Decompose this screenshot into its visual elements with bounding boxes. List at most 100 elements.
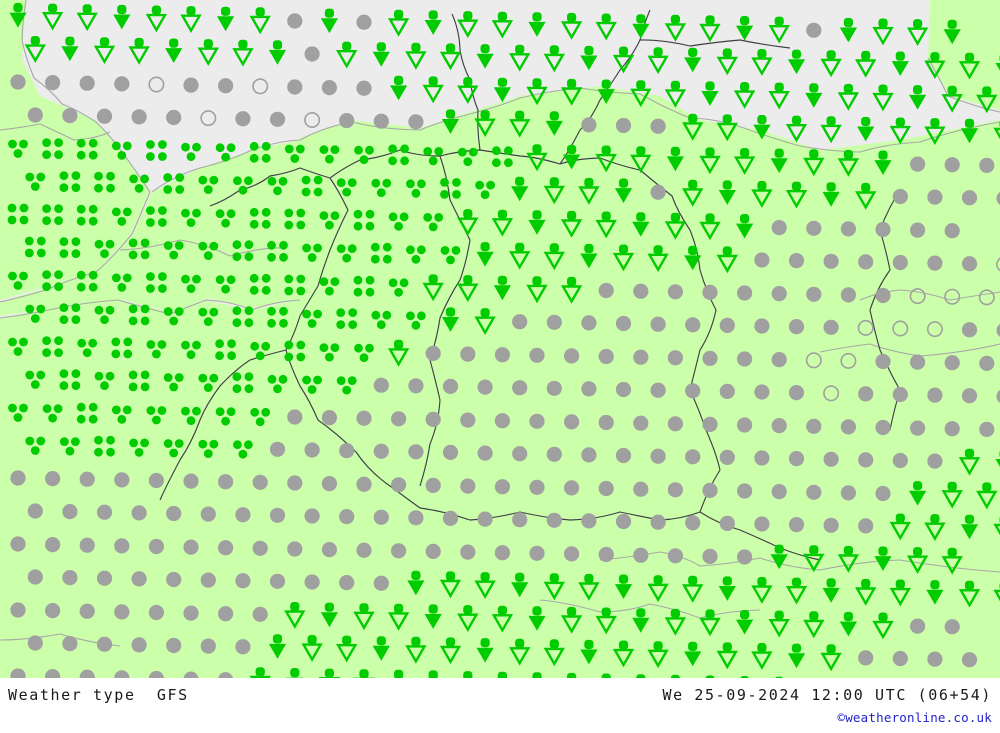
overcast-symbol bbox=[10, 470, 26, 486]
overcast-symbol bbox=[875, 287, 891, 304]
shower-light-symbol bbox=[837, 83, 860, 111]
overcast-symbol bbox=[166, 109, 182, 126]
overcast-symbol bbox=[581, 513, 597, 529]
overcast-symbol bbox=[391, 411, 407, 427]
overcast-symbol bbox=[858, 386, 874, 402]
overcast-symbol bbox=[961, 256, 978, 272]
overcast-symbol bbox=[339, 443, 355, 459]
overcast-symbol bbox=[771, 220, 787, 236]
clear-sky-symbol bbox=[200, 110, 217, 127]
overcast-symbol bbox=[148, 538, 164, 555]
overcast-symbol bbox=[754, 384, 770, 400]
shower-light-symbol bbox=[820, 116, 842, 144]
overcast-symbol bbox=[633, 283, 649, 299]
overcast-symbol bbox=[62, 504, 78, 520]
overcast-symbol bbox=[183, 77, 199, 93]
clear-sky-symbol bbox=[304, 112, 321, 128]
shower-light-symbol bbox=[387, 9, 410, 37]
overcast-symbol bbox=[131, 505, 147, 521]
clear-sky-symbol bbox=[148, 76, 165, 93]
overcast-symbol bbox=[391, 477, 407, 493]
overcast-symbol bbox=[442, 378, 459, 394]
overcast-symbol bbox=[581, 381, 597, 397]
overcast-symbol bbox=[339, 575, 355, 591]
overcast-symbol bbox=[96, 570, 113, 586]
overcast-symbol bbox=[650, 382, 666, 398]
overcast-symbol bbox=[27, 503, 43, 519]
overcast-symbol bbox=[737, 351, 753, 367]
overcast-symbol bbox=[667, 416, 683, 432]
overcast-symbol bbox=[875, 221, 891, 238]
overcast-symbol bbox=[892, 452, 908, 469]
shower-light-symbol bbox=[699, 15, 721, 43]
overcast-symbol bbox=[806, 286, 822, 302]
overcast-symbol bbox=[910, 354, 926, 370]
shower-light-symbol bbox=[768, 16, 790, 44]
overcast-symbol bbox=[823, 451, 839, 467]
overcast-symbol bbox=[200, 506, 216, 522]
overcast-symbol bbox=[10, 536, 26, 552]
overcast-symbol bbox=[737, 549, 753, 565]
shower-symbol bbox=[424, 10, 442, 35]
overcast-symbol bbox=[892, 188, 908, 205]
overcast-symbol bbox=[961, 322, 978, 338]
overcast-symbol bbox=[650, 118, 666, 134]
overcast-symbol bbox=[218, 474, 234, 490]
overcast-symbol bbox=[944, 421, 960, 437]
shower-symbol bbox=[805, 83, 823, 108]
product-label: Weather type GFS bbox=[8, 686, 189, 704]
overcast-symbol bbox=[979, 421, 995, 437]
weather-map-page: Weather type GFS We 25-09-2024 12:00 UTC… bbox=[0, 0, 1000, 733]
overcast-symbol bbox=[927, 651, 943, 667]
overcast-symbol bbox=[910, 222, 926, 238]
overcast-symbol bbox=[927, 453, 943, 469]
overcast-symbol bbox=[979, 355, 995, 371]
shower-light-symbol bbox=[509, 44, 531, 72]
overcast-symbol bbox=[858, 518, 874, 534]
overcast-symbol bbox=[252, 474, 268, 490]
overcast-symbol bbox=[910, 420, 926, 436]
shower-light-symbol bbox=[249, 7, 271, 35]
overcast-symbol bbox=[460, 412, 476, 428]
overcast-symbol bbox=[564, 414, 580, 430]
overcast-symbol bbox=[356, 80, 372, 96]
shower-light-symbol bbox=[612, 46, 635, 74]
overcast-symbol bbox=[754, 318, 770, 334]
shower-symbol bbox=[580, 45, 598, 71]
overcast-symbol bbox=[667, 284, 683, 300]
overcast-symbol bbox=[79, 471, 95, 487]
overcast-symbol bbox=[304, 442, 320, 458]
overcast-symbol bbox=[529, 413, 545, 429]
overcast-symbol bbox=[512, 314, 528, 330]
overcast-symbol bbox=[806, 484, 822, 500]
shower-light-symbol bbox=[491, 11, 514, 39]
overcast-symbol bbox=[218, 540, 234, 556]
overcast-symbol bbox=[892, 254, 908, 271]
overcast-symbol bbox=[546, 512, 562, 528]
overcast-symbol bbox=[719, 515, 735, 531]
overcast-symbol bbox=[927, 189, 943, 205]
shower-light-symbol bbox=[768, 82, 790, 110]
overcast-symbol bbox=[321, 542, 337, 558]
overcast-symbol bbox=[598, 414, 614, 431]
overcast-symbol bbox=[131, 637, 147, 653]
overcast-symbol bbox=[564, 348, 580, 364]
overcast-symbol bbox=[650, 316, 666, 332]
overcast-symbol bbox=[321, 476, 337, 492]
overcast-symbol bbox=[633, 481, 649, 497]
overcast-symbol bbox=[581, 447, 597, 463]
shower-symbol bbox=[528, 12, 546, 37]
overcast-symbol bbox=[788, 517, 805, 533]
overcast-symbol bbox=[235, 573, 251, 589]
overcast-symbol bbox=[27, 569, 43, 585]
overcast-symbol bbox=[788, 319, 805, 335]
overcast-symbol bbox=[806, 22, 822, 38]
overcast-symbol bbox=[754, 252, 770, 268]
overcast-symbol bbox=[200, 638, 216, 654]
overcast-symbol bbox=[425, 543, 441, 559]
overcast-symbol bbox=[477, 511, 493, 527]
overcast-symbol bbox=[546, 446, 562, 462]
shower-symbol bbox=[320, 8, 338, 34]
overcast-symbol bbox=[287, 79, 303, 95]
shower-symbol bbox=[909, 85, 927, 110]
